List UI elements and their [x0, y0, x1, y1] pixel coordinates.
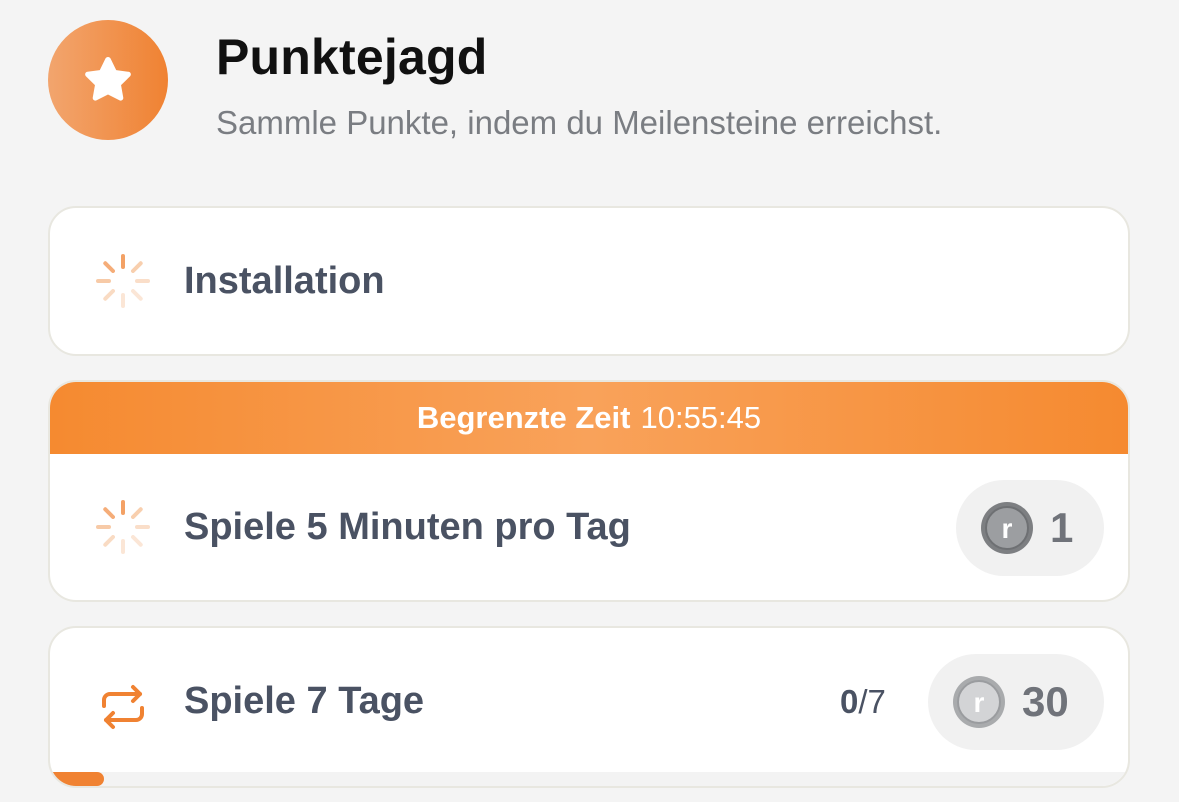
svg-text:r: r	[974, 687, 985, 718]
task-card-daily-play[interactable]: Begrenzte Zeit 10:55:45 Spiele 5 Minuten…	[48, 380, 1130, 602]
progress-counter: 0/7	[840, 683, 886, 721]
loading-spinner-icon	[96, 500, 150, 554]
page-title: Punktejagd	[216, 29, 488, 85]
progress-total: /7	[858, 683, 886, 720]
task-label: Spiele 7 Tage	[184, 680, 425, 722]
reward-badge: r 1	[956, 480, 1104, 576]
star-badge	[48, 20, 168, 140]
progress-fill	[50, 772, 104, 786]
limited-time-label: Begrenzte Zeit	[416, 400, 631, 435]
countdown-timer: 10:55:45	[640, 400, 762, 435]
progress-bar	[50, 772, 1128, 786]
reward-badge: r 30	[928, 654, 1104, 750]
reward-value: 1	[1050, 504, 1074, 551]
task-label: Installation	[184, 260, 385, 302]
task-card-seven-days[interactable]: Spiele 7 Tage 0/7 r 30	[48, 626, 1130, 788]
task-card-installation[interactable]: Installation	[48, 206, 1130, 356]
progress-done: 0	[840, 683, 859, 720]
repeat-icon	[102, 685, 144, 729]
task-label: Spiele 5 Minuten pro Tag	[184, 506, 631, 548]
star-icon	[85, 57, 131, 101]
points-hunt-page: Punktejagd Sammle Punkte, indem du Meile…	[0, 0, 1179, 802]
limited-time-banner: Begrenzte Zeit 10:55:45	[50, 382, 1128, 454]
page-subtitle: Sammle Punkte, indem du Meilensteine err…	[216, 104, 943, 141]
coin-icon: r	[953, 676, 1005, 728]
loading-spinner-icon	[96, 254, 150, 308]
svg-text:r: r	[1002, 513, 1013, 544]
coin-icon: r	[981, 502, 1033, 554]
reward-value: 30	[1022, 678, 1069, 725]
